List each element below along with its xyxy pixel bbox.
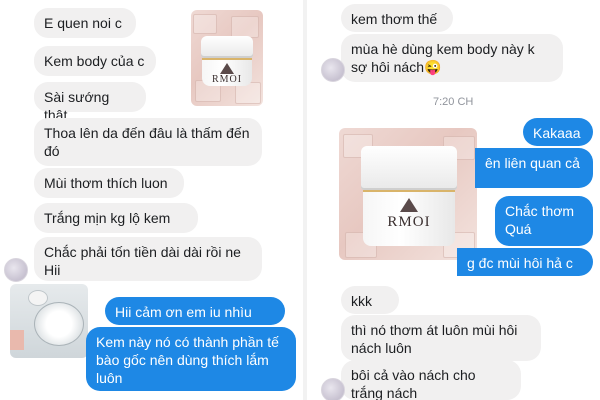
sender-avatar[interactable] xyxy=(4,258,28,282)
message-text: E quen noi c xyxy=(44,15,122,31)
incoming-message[interactable]: Chắc phải tốn tiền dài dài rồi ne Hii xyxy=(34,237,262,281)
outgoing-message[interactable]: g đc mùi hôi hả c xyxy=(457,248,593,276)
product-photo[interactable]: RMOI xyxy=(339,128,477,260)
message-text: g đc mùi hôi hả c xyxy=(467,255,573,271)
message-text: Chắc thơm Quá xyxy=(505,203,575,237)
message-text: kkk xyxy=(351,293,372,309)
right-chat-panel: kem thơm thế mùa hè dùng kem body này k … xyxy=(307,0,600,400)
incoming-message[interactable]: kkk xyxy=(341,286,399,314)
incoming-message[interactable]: Thoa lên da đến đâu là thấm đến đó xyxy=(34,118,262,166)
cream-jar: RMOI xyxy=(361,146,457,246)
message-text: Chắc phải tốn tiền dài dài rồi ne Hii xyxy=(44,244,241,278)
sender-avatar[interactable] xyxy=(321,58,345,82)
message-text: bôi cả vào nách cho trắng nách xyxy=(351,367,476,400)
incoming-message[interactable]: Kem body của c xyxy=(34,46,156,76)
message-text: Kem này nó có thành phần tế bào gốc nên … xyxy=(96,334,279,386)
incoming-message[interactable]: thì nó thơm át luôn mùi hôi nách luôn xyxy=(341,315,541,361)
incoming-message[interactable]: E quen noi c xyxy=(34,8,136,38)
sender-avatar[interactable] xyxy=(321,378,345,400)
message-text: Trắng mịn kg lộ kem xyxy=(44,210,171,226)
product-photo-open-jar[interactable] xyxy=(10,284,88,358)
message-text: Thoa lên da đến đâu là thấm đến đó xyxy=(44,125,250,159)
message-text: Kem body của c xyxy=(44,53,145,69)
incoming-message[interactable]: Mùi thơm thích luon xyxy=(34,168,184,198)
message-text: kem thơm thế xyxy=(351,11,438,27)
incoming-message[interactable]: Sài sướng thật xyxy=(34,82,146,123)
incoming-message[interactable]: mùa hè dùng kem body này k sợ hôi nách😜 xyxy=(341,34,563,82)
message-text: Kakaaa xyxy=(533,125,581,141)
outgoing-message[interactable]: Chắc thơm Quá xyxy=(495,196,593,246)
message-text: mùa hè dùng kem body này k sợ hôi nách😜 xyxy=(351,41,535,75)
message-text: ên liên quan cả xyxy=(485,155,580,171)
outgoing-message[interactable]: ên liên quan cả xyxy=(475,148,593,188)
outgoing-message[interactable]: Kem này nó có thành phần tế bào gốc nên … xyxy=(86,327,296,391)
incoming-message[interactable]: Trắng mịn kg lộ kem xyxy=(34,203,198,233)
cream-jar: RMOI xyxy=(201,36,253,86)
open-jar-icon xyxy=(34,302,84,346)
message-text: thì nó thơm át luôn mùi hôi nách luôn xyxy=(351,322,518,356)
left-chat-panel: E quen noi c Kem body của c Sài sướng th… xyxy=(0,0,303,400)
brand-logo-icon xyxy=(220,63,234,74)
product-photo[interactable]: RMOI xyxy=(191,10,263,106)
jar-brand-label: RMOI xyxy=(211,74,243,85)
incoming-message[interactable]: kem thơm thế xyxy=(341,4,453,32)
jar-brand-label: RMOI xyxy=(387,214,431,230)
outgoing-message[interactable]: Hii cảm ơn em iu nhìu nhé xyxy=(105,297,285,338)
brand-logo-icon xyxy=(400,198,418,212)
message-timestamp: 7:20 CH xyxy=(433,96,474,108)
outgoing-message[interactable]: Kakaaa xyxy=(523,118,593,146)
message-text: Mùi thơm thích luon xyxy=(44,175,168,191)
incoming-message[interactable]: bôi cả vào nách cho trắng nách xyxy=(341,360,521,400)
